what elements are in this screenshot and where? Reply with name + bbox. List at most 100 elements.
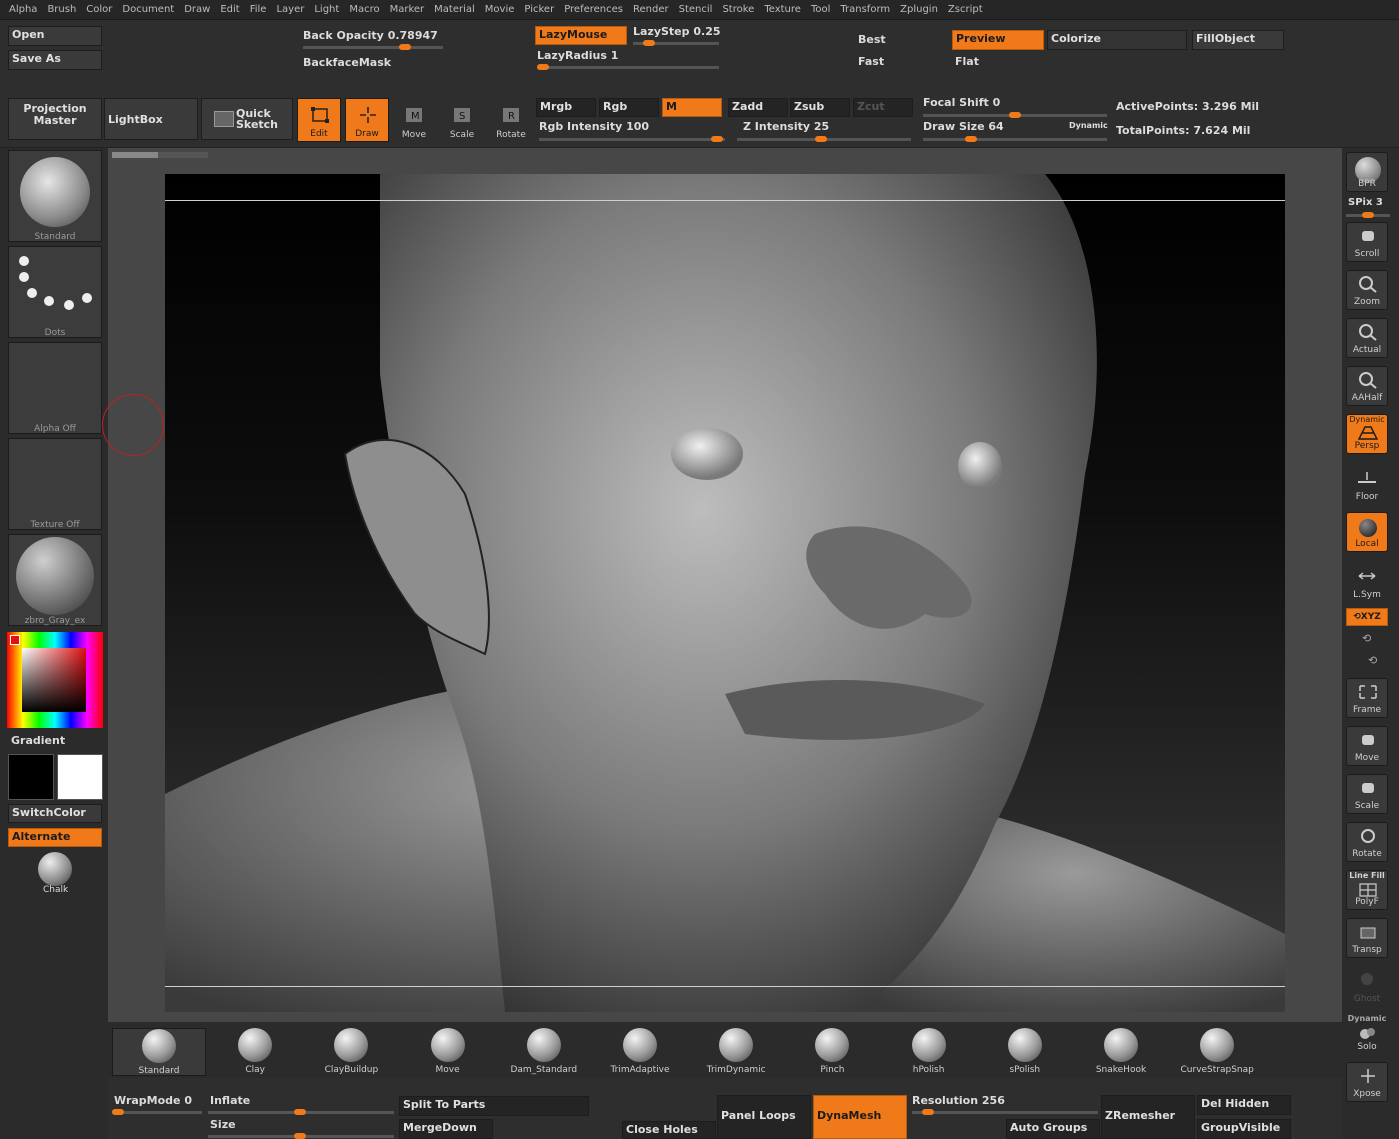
- rotate-view-button[interactable]: Rotate: [1346, 822, 1388, 862]
- backface-mask-button[interactable]: BackfaceMask: [303, 56, 391, 69]
- brush-standard[interactable]: Standard: [112, 1028, 206, 1076]
- z-intensity-knob[interactable]: [815, 136, 827, 142]
- frame-button[interactable]: Frame: [1346, 678, 1388, 718]
- menu-stroke[interactable]: Stroke: [717, 4, 759, 15]
- fast-button[interactable]: Fast: [858, 55, 884, 68]
- main-color-swatch[interactable]: [10, 635, 20, 645]
- polyf-button[interactable]: Line Fill PolyF: [1346, 870, 1388, 910]
- flat-button[interactable]: Flat: [955, 55, 979, 68]
- projection-master-button[interactable]: Projection Master: [8, 98, 102, 140]
- preview-button[interactable]: Preview: [952, 30, 1044, 50]
- zsub-button[interactable]: Zsub: [790, 98, 850, 117]
- viewport-scrollbar[interactable]: [112, 152, 208, 158]
- xyz-button[interactable]: ⟲XYZ: [1346, 608, 1388, 626]
- rotate-y-icon[interactable]: ⟲: [1362, 632, 1371, 645]
- lazy-mouse-button[interactable]: LazyMouse: [535, 26, 627, 45]
- lazy-radius-track[interactable]: [537, 64, 719, 70]
- inflate-knob[interactable]: [294, 1109, 306, 1115]
- auto-groups-button[interactable]: Auto Groups: [1006, 1119, 1100, 1139]
- ghost-button[interactable]: Ghost: [1346, 966, 1388, 1006]
- open-button[interactable]: Open: [8, 26, 102, 46]
- brush-trimdynamic[interactable]: TrimDynamic: [689, 1028, 783, 1076]
- menu-preferences[interactable]: Preferences: [559, 4, 628, 15]
- menu-alpha[interactable]: Alpha: [4, 4, 42, 15]
- del-hidden-button[interactable]: Del Hidden: [1197, 1095, 1291, 1115]
- rotate-mode-button[interactable]: R Rotate: [489, 98, 533, 142]
- resolution-knob[interactable]: [922, 1109, 934, 1115]
- menu-document[interactable]: Document: [117, 4, 179, 15]
- resolution-track[interactable]: [912, 1109, 1098, 1115]
- inflate-slider[interactable]: Inflate: [210, 1094, 250, 1107]
- colorize-button[interactable]: Colorize: [1047, 30, 1187, 50]
- dynamesh-button[interactable]: DynaMesh: [813, 1095, 907, 1139]
- brush-curvestrapsnap[interactable]: CurveStrapSnap: [1170, 1028, 1264, 1076]
- mrgb-button[interactable]: Mrgb: [536, 98, 596, 117]
- m-button[interactable]: M: [662, 98, 722, 117]
- gradient-label[interactable]: Gradient: [11, 734, 65, 747]
- focal-shift-slider[interactable]: Focal Shift 0: [923, 96, 1000, 109]
- color-picker[interactable]: [7, 632, 103, 728]
- spix-track[interactable]: [1346, 212, 1390, 218]
- split-to-parts-button[interactable]: Split To Parts: [399, 1096, 589, 1116]
- viewport-scroll-thumb[interactable]: [112, 152, 158, 158]
- back-opacity-knob[interactable]: [399, 44, 411, 50]
- scroll-button[interactable]: Scroll: [1346, 222, 1388, 262]
- menu-light[interactable]: Light: [309, 4, 344, 15]
- menu-file[interactable]: File: [245, 4, 272, 15]
- menu-marker[interactable]: Marker: [385, 4, 430, 15]
- brush-move[interactable]: Move: [401, 1028, 495, 1076]
- brush-claybuildup[interactable]: ClayBuildup: [304, 1028, 398, 1076]
- transp-button[interactable]: Transp: [1346, 918, 1388, 958]
- alpha-thumb[interactable]: Alpha Off: [8, 342, 102, 434]
- color-square[interactable]: [22, 648, 86, 712]
- quick-sketch-button[interactable]: Quick Sketch: [201, 98, 293, 140]
- brush-hpolish[interactable]: hPolish: [882, 1028, 976, 1076]
- menu-movie[interactable]: Movie: [480, 4, 520, 15]
- local-button[interactable]: Local: [1346, 512, 1388, 552]
- rgb-intensity-knob[interactable]: [711, 136, 723, 142]
- move-mode-button[interactable]: M Move: [392, 98, 436, 142]
- bpr-button[interactable]: BPR: [1346, 152, 1388, 192]
- alternate-button[interactable]: Alternate: [8, 828, 102, 847]
- scale-view-button[interactable]: Scale: [1346, 774, 1388, 814]
- spix-knob[interactable]: [1362, 212, 1374, 218]
- edit-mode-button[interactable]: Edit: [297, 98, 341, 142]
- floor-button[interactable]: Floor: [1346, 464, 1388, 504]
- group-visible-button[interactable]: GroupVisible: [1197, 1119, 1291, 1139]
- size-track[interactable]: [208, 1133, 394, 1139]
- inflate-track[interactable]: [208, 1109, 394, 1115]
- menu-zplugin[interactable]: Zplugin: [895, 4, 943, 15]
- zcut-button[interactable]: Zcut: [853, 98, 913, 117]
- menu-macro[interactable]: Macro: [344, 4, 384, 15]
- persp-button[interactable]: Dynamic Persp: [1346, 414, 1388, 454]
- menu-transform[interactable]: Transform: [835, 4, 895, 15]
- menu-color[interactable]: Color: [81, 4, 117, 15]
- zremesher-button[interactable]: ZRemesher: [1101, 1095, 1195, 1139]
- move-view-button[interactable]: Move: [1346, 726, 1388, 766]
- menu-brush[interactable]: Brush: [42, 4, 81, 15]
- spix-slider[interactable]: SPix 3: [1348, 197, 1383, 208]
- lightbox-button[interactable]: LightBox: [104, 98, 198, 140]
- brush-snakehook[interactable]: SnakeHook: [1074, 1028, 1168, 1076]
- z-intensity-slider[interactable]: Z Intensity 25: [743, 120, 829, 133]
- back-opacity-track[interactable]: [303, 44, 443, 50]
- solo-button[interactable]: Dynamic Solo: [1346, 1014, 1388, 1054]
- actual-button[interactable]: Actual: [1346, 318, 1388, 358]
- brush-spolish[interactable]: sPolish: [978, 1028, 1072, 1076]
- menu-picker[interactable]: Picker: [519, 4, 559, 15]
- draw-size-track[interactable]: [923, 136, 1107, 142]
- lazy-step-track[interactable]: [633, 40, 719, 46]
- texture-thumb[interactable]: Texture Off: [8, 438, 102, 530]
- stroke-thumb[interactable]: Dots: [8, 246, 102, 338]
- resolution-slider[interactable]: Resolution 256: [912, 1094, 1005, 1107]
- focal-shift-track[interactable]: [923, 112, 1107, 118]
- menu-tool[interactable]: Tool: [806, 4, 835, 15]
- current-brush-thumb[interactable]: Standard: [8, 150, 102, 242]
- rgb-button[interactable]: Rgb: [599, 98, 659, 117]
- chalk-material-icon[interactable]: [38, 852, 72, 886]
- dynamic-size-toggle[interactable]: Dynamic: [1069, 121, 1108, 130]
- z-intensity-track[interactable]: [737, 136, 911, 142]
- rotate-z-icon[interactable]: ⟲: [1368, 654, 1377, 667]
- secondary-color-black[interactable]: [8, 754, 54, 800]
- lazy-step-knob[interactable]: [643, 40, 655, 46]
